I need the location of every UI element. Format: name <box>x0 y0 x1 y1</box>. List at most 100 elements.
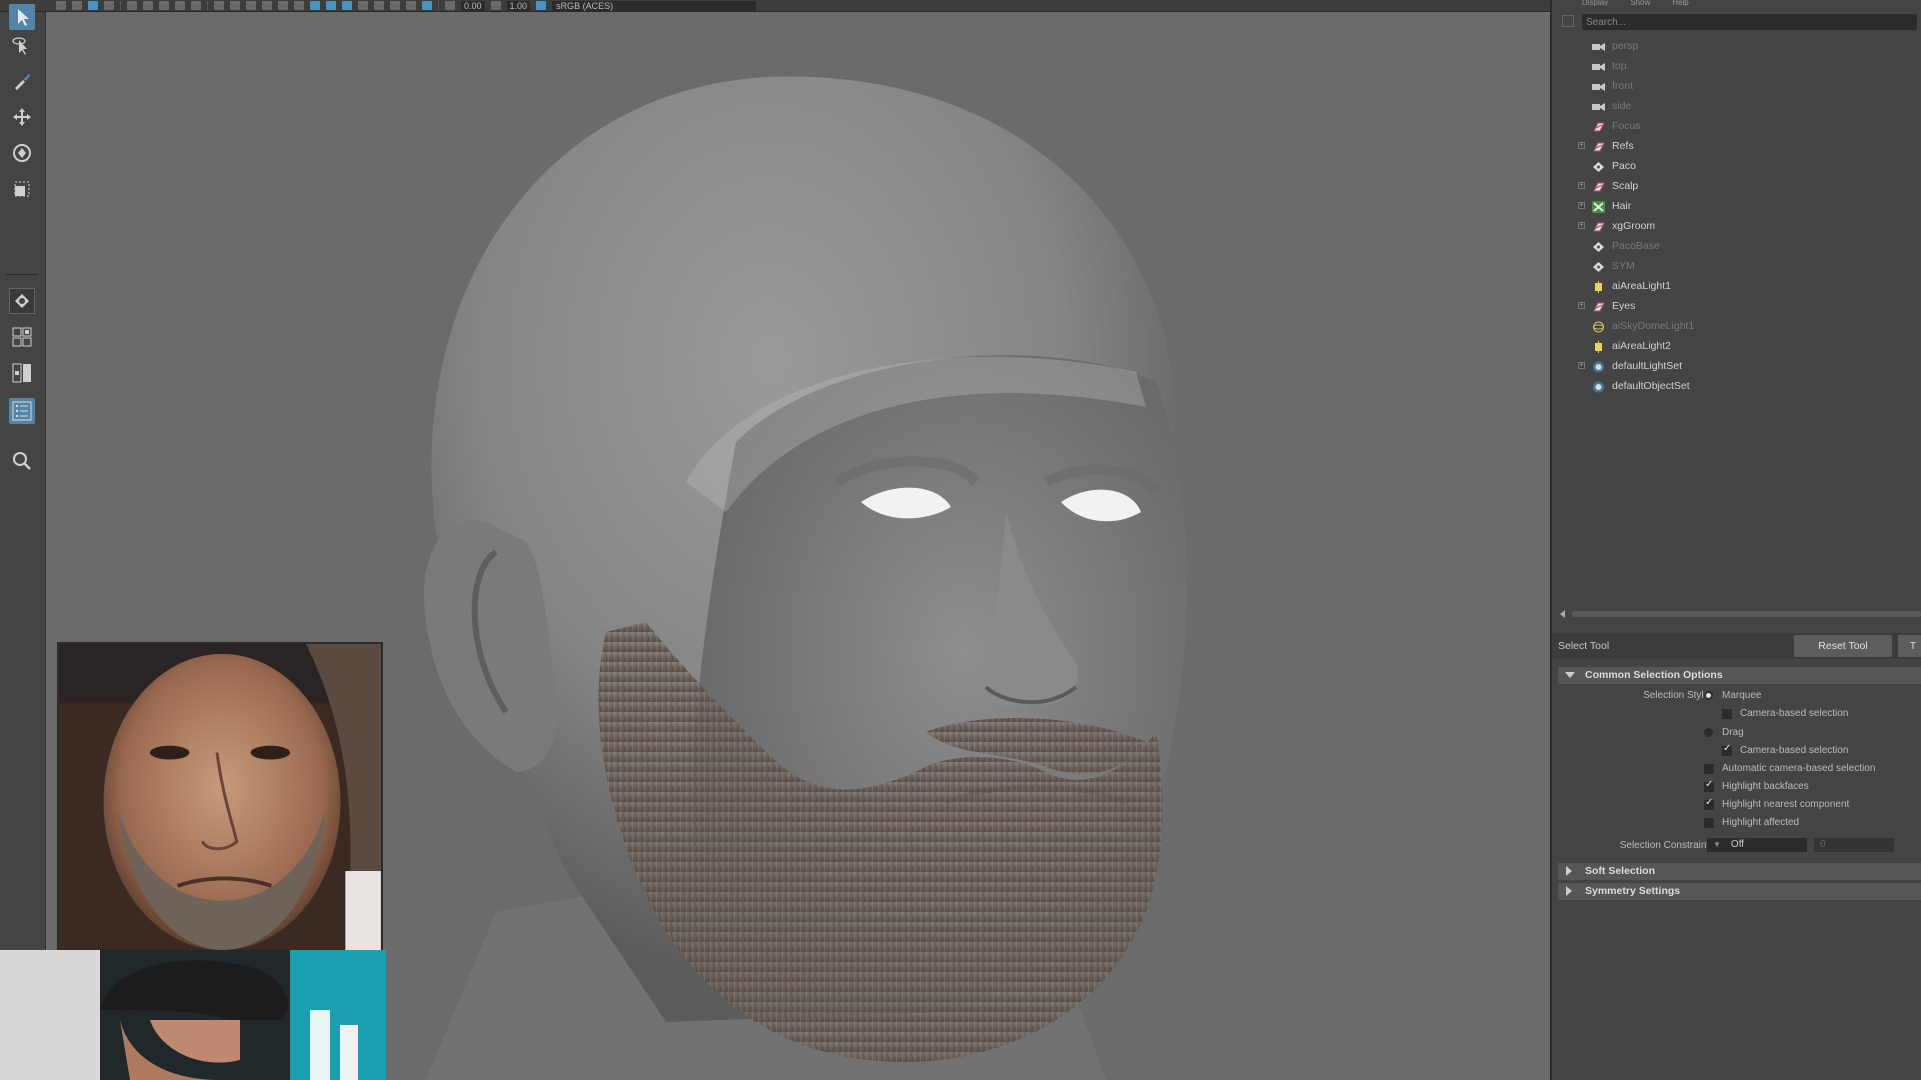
outliner-item-label: top <box>1612 60 1627 72</box>
field-chart-icon[interactable] <box>159 1 169 10</box>
automatic-camera-checkbox[interactable] <box>1704 764 1714 774</box>
outliner-item-aiarealight2[interactable]: aiAreaLight2 <box>1552 336 1921 356</box>
scrollbar-track[interactable] <box>1572 611 1921 617</box>
soft-selection-header[interactable]: Soft Selection <box>1558 863 1921 880</box>
expand-plus-icon[interactable]: + <box>1578 182 1585 189</box>
highlight-affected-checkbox[interactable] <box>1704 818 1714 828</box>
use-all-lights-icon[interactable] <box>278 1 288 10</box>
outliner-item-xggroom[interactable]: + xgGroom <box>1552 216 1921 236</box>
film-gate-icon[interactable] <box>104 1 114 10</box>
outliner-item-aiarealight1[interactable]: aiAreaLight1 <box>1552 276 1921 296</box>
symmetry-settings-header[interactable]: Symmetry Settings <box>1558 883 1921 900</box>
highlight-backfaces-checkbox[interactable] <box>1704 779 1714 792</box>
gate-mask-icon[interactable] <box>143 1 153 10</box>
reset-tool-button[interactable]: Reset Tool <box>1794 635 1892 657</box>
outliner-item-top[interactable]: top <box>1552 56 1921 76</box>
textured-icon[interactable] <box>262 1 272 10</box>
selection-constraint-number-field[interactable]: 0 <box>1814 838 1894 852</box>
scale-tool-button[interactable] <box>9 176 35 202</box>
outliner-item-scalp[interactable]: + Scalp <box>1552 176 1921 196</box>
xray-joints-icon[interactable] <box>406 1 416 10</box>
outliner-item-label: persp <box>1612 40 1639 52</box>
color-management-icon[interactable] <box>536 1 547 10</box>
outliner-item-aiskydomelight1[interactable]: aiSkyDomeLight1 <box>1552 316 1921 336</box>
outliner-item-defaultobjectset[interactable]: defaultObjectSet <box>1552 376 1921 396</box>
select-tool-button[interactable] <box>9 4 35 30</box>
exposure-field[interactable]: 0.00 <box>461 0 485 11</box>
group-icon <box>1592 140 1605 152</box>
outliner-item-refs[interactable]: + Refs <box>1552 136 1921 156</box>
expand-plus-icon[interactable]: + <box>1578 362 1585 369</box>
common-selection-options-header[interactable]: Common Selection Options <box>1558 667 1921 684</box>
tool-help-button[interactable]: T <box>1898 635 1921 657</box>
persp-outliner-layout-button[interactable] <box>9 360 35 386</box>
lasso-tool-button[interactable] <box>9 34 35 60</box>
mesh-icon <box>1592 260 1605 272</box>
shadows-icon[interactable] <box>294 1 304 10</box>
outliner-item-focus[interactable]: Focus <box>1552 116 1921 136</box>
group-icon <box>1592 180 1605 192</box>
four-view-layout-button[interactable] <box>9 324 35 350</box>
motion-blur-icon[interactable] <box>326 1 336 10</box>
paint-select-tool-button[interactable] <box>9 68 35 94</box>
safe-action-icon[interactable] <box>175 1 185 10</box>
webcam-overlay <box>0 950 386 1080</box>
outliner-item-sym[interactable]: SYM <box>1552 256 1921 276</box>
bookmark-icon[interactable] <box>72 1 82 10</box>
outliner-search-input[interactable] <box>1582 14 1917 30</box>
toolbox-divider <box>6 274 38 275</box>
outliner-item-defaultlightset[interactable]: + defaultLightSet <box>1552 356 1921 376</box>
expand-plus-icon[interactable]: + <box>1578 302 1585 309</box>
rotate-tool-button[interactable] <box>9 140 35 166</box>
gamma-icon[interactable] <box>490 1 501 10</box>
outliner-item-eyes[interactable]: + Eyes <box>1552 296 1921 316</box>
outliner-menu-display[interactable]: Display <box>1582 0 1608 6</box>
outliner-filter-icon[interactable] <box>1562 15 1574 27</box>
wireframe-icon[interactable] <box>214 1 224 10</box>
set-icon <box>1592 360 1605 373</box>
outliner-menu-show[interactable]: Show <box>1630 0 1650 6</box>
expand-plus-icon[interactable]: + <box>1578 142 1585 149</box>
resolution-gate-icon[interactable] <box>127 1 137 10</box>
color-space-dropdown[interactable]: sRGB (ACES) <box>552 0 757 11</box>
drag-radio[interactable] <box>1704 728 1713 737</box>
outliner-horizontal-scrollbar[interactable] <box>1552 609 1921 619</box>
smooth-shade-icon[interactable] <box>230 1 240 10</box>
viewport-toolbar: 0.00 1.00 sRGB (ACES) <box>0 0 1550 12</box>
drag-camera-based-checkbox[interactable] <box>1722 743 1732 756</box>
outliner-item-front[interactable]: front <box>1552 76 1921 96</box>
outliner-item-persp[interactable]: persp <box>1552 36 1921 56</box>
outliner-menu-help[interactable]: Help <box>1672 0 1688 6</box>
outliner-item-hair[interactable]: + Hair <box>1552 196 1921 216</box>
move-tool-button[interactable] <box>9 104 35 130</box>
gamma-field[interactable]: 1.00 <box>506 0 531 11</box>
xray-icon[interactable] <box>390 1 400 10</box>
marquee-radio[interactable] <box>1704 691 1713 700</box>
expand-plus-icon[interactable]: + <box>1578 202 1585 209</box>
3d-viewport[interactable] <box>46 12 1550 1080</box>
wireframe-on-shaded-icon[interactable] <box>246 1 256 10</box>
scroll-left-arrow-icon[interactable] <box>1560 610 1565 618</box>
search-tool-button[interactable] <box>9 448 35 474</box>
camera-attributes-icon[interactable] <box>56 1 66 10</box>
ambient-occlusion-icon[interactable] <box>310 1 320 10</box>
outliner-item-side[interactable]: side <box>1552 96 1921 116</box>
xray-components-icon[interactable] <box>422 1 432 10</box>
lasso-icon <box>12 37 27 55</box>
outliner-layout-button[interactable] <box>9 398 35 424</box>
isolate-select-icon[interactable] <box>374 1 384 10</box>
outliner-item-paco[interactable]: Paco <box>1552 156 1921 176</box>
highlight-affected-label: Highlight affected <box>1722 817 1800 828</box>
safe-title-icon[interactable] <box>191 1 201 10</box>
outliner-item-pacobase[interactable]: PacoBase <box>1552 236 1921 256</box>
grid-toggle-icon[interactable] <box>88 1 98 10</box>
multisample-aa-icon[interactable] <box>342 1 352 10</box>
four-view-icon <box>12 327 32 347</box>
single-perspective-view-button[interactable] <box>9 288 35 314</box>
selection-constraint-dropdown[interactable]: ▼ Off <box>1707 838 1807 852</box>
depth-of-field-icon[interactable] <box>358 1 368 10</box>
expand-plus-icon[interactable]: + <box>1578 222 1585 229</box>
exposure-icon[interactable] <box>445 1 455 10</box>
highlight-nearest-checkbox[interactable] <box>1704 797 1714 810</box>
marquee-camera-based-checkbox[interactable] <box>1722 709 1732 719</box>
